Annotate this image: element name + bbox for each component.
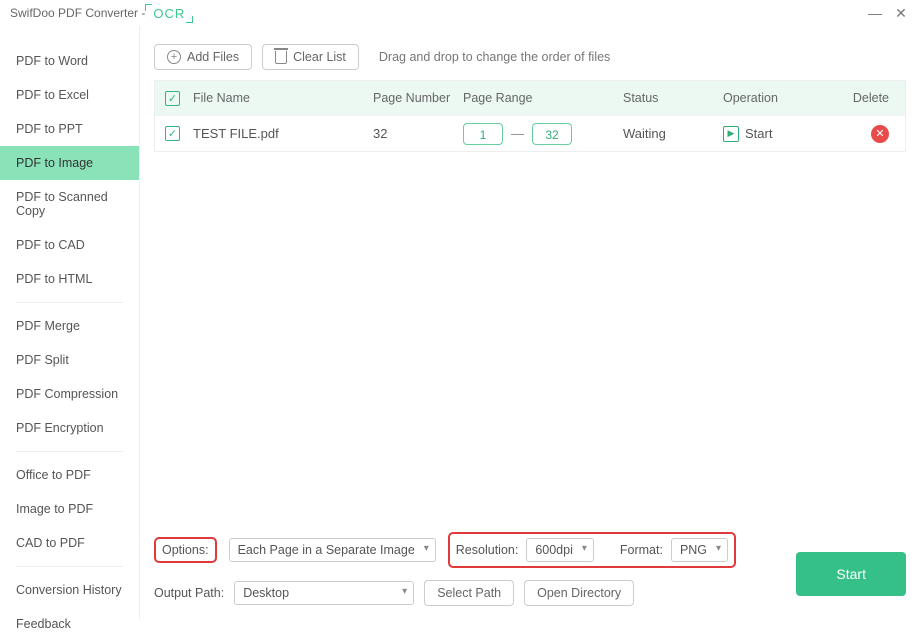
col-pagerange: Page Range bbox=[463, 91, 623, 105]
sidebar-item-image-to-pdf[interactable]: Image to PDF bbox=[0, 492, 139, 526]
sidebar-item-pdf-encryption[interactable]: PDF Encryption bbox=[0, 411, 139, 445]
range-dash: — bbox=[511, 126, 524, 141]
status-text: Waiting bbox=[623, 126, 723, 141]
file-table: ✓ File Name Page Number Page Range Statu… bbox=[154, 80, 906, 152]
options-select[interactable]: Each Page in a Separate Image bbox=[229, 538, 436, 562]
sidebar-item-office-to-pdf[interactable]: Office to PDF bbox=[0, 458, 139, 492]
trash-icon bbox=[275, 51, 287, 64]
col-filename: File Name bbox=[193, 91, 373, 105]
sidebar-item-pdf-to-excel[interactable]: PDF to Excel bbox=[0, 78, 139, 112]
sidebar-item-pdf-compression[interactable]: PDF Compression bbox=[0, 377, 139, 411]
sidebar-item-pdf-split[interactable]: PDF Split bbox=[0, 343, 139, 377]
clear-list-button[interactable]: Clear List bbox=[262, 44, 359, 70]
sidebar-item-cad-to-pdf[interactable]: CAD to PDF bbox=[0, 526, 139, 560]
sidebar-item-conversion-history[interactable]: Conversion History bbox=[0, 573, 139, 607]
ocr-badge[interactable]: OCR bbox=[149, 6, 189, 21]
options-highlight: Options: bbox=[154, 537, 217, 563]
app-title: SwifDoo PDF Converter - bbox=[10, 6, 145, 20]
col-status: Status bbox=[623, 91, 723, 105]
sidebar-item-pdf-to-word[interactable]: PDF to Word bbox=[0, 44, 139, 78]
bottom-panel: Options: Each Page in a Separate Image R… bbox=[154, 522, 906, 606]
open-directory-button[interactable]: Open Directory bbox=[524, 580, 634, 606]
row-start-label[interactable]: Start bbox=[745, 126, 772, 141]
col-pagenum: Page Number bbox=[373, 91, 463, 105]
output-path-select[interactable]: Desktop bbox=[234, 581, 414, 605]
select-all-checkbox[interactable]: ✓ bbox=[165, 91, 180, 106]
sidebar-item-pdf-to-image[interactable]: PDF to Image bbox=[0, 146, 139, 180]
table-row: ✓ TEST FILE.pdf 32 1 — 32 Waiting ▶ Star… bbox=[155, 115, 905, 151]
table-header: ✓ File Name Page Number Page Range Statu… bbox=[155, 81, 905, 115]
sidebar-item-pdf-merge[interactable]: PDF Merge bbox=[0, 309, 139, 343]
format-select[interactable]: PNG bbox=[671, 538, 728, 562]
file-name: TEST FILE.pdf bbox=[193, 126, 373, 141]
format-label: Format: bbox=[620, 543, 663, 557]
play-icon[interactable]: ▶ bbox=[723, 126, 739, 142]
clear-list-label: Clear List bbox=[293, 50, 346, 64]
sidebar: PDF to WordPDF to ExcelPDF to PPTPDF to … bbox=[0, 26, 140, 620]
resolution-label: Resolution: bbox=[456, 543, 519, 557]
plus-icon: + bbox=[167, 50, 181, 64]
resolution-format-highlight: Resolution: 600dpi Format: PNG bbox=[448, 532, 736, 568]
row-checkbox[interactable]: ✓ bbox=[165, 126, 180, 141]
minimize-icon[interactable]: — bbox=[866, 5, 884, 21]
add-files-label: Add Files bbox=[187, 50, 239, 64]
sidebar-item-pdf-to-ppt[interactable]: PDF to PPT bbox=[0, 112, 139, 146]
output-path-label: Output Path: bbox=[154, 586, 224, 600]
start-button[interactable]: Start bbox=[796, 552, 906, 596]
sidebar-item-pdf-to-html[interactable]: PDF to HTML bbox=[0, 262, 139, 296]
title-bar: SwifDoo PDF Converter - OCR — ✕ bbox=[0, 0, 920, 26]
delete-row-button[interactable]: ✕ bbox=[871, 125, 889, 143]
sidebar-item-feedback[interactable]: Feedback bbox=[0, 607, 139, 641]
close-icon[interactable]: ✕ bbox=[892, 5, 910, 22]
main-panel: + Add Files Clear List Drag and drop to … bbox=[140, 26, 920, 620]
sidebar-item-pdf-to-scanned-copy[interactable]: PDF to Scanned Copy bbox=[0, 180, 139, 228]
sidebar-item-pdf-to-cad[interactable]: PDF to CAD bbox=[0, 228, 139, 262]
col-delete: Delete bbox=[833, 91, 895, 105]
add-files-button[interactable]: + Add Files bbox=[154, 44, 252, 70]
resolution-select[interactable]: 600dpi bbox=[526, 538, 594, 562]
select-path-button[interactable]: Select Path bbox=[424, 580, 514, 606]
page-number: 32 bbox=[373, 126, 463, 141]
range-to-input[interactable]: 32 bbox=[532, 123, 572, 145]
drag-hint: Drag and drop to change the order of fil… bbox=[379, 50, 610, 64]
range-from-input[interactable]: 1 bbox=[463, 123, 503, 145]
options-label: Options: bbox=[162, 543, 209, 557]
col-operation: Operation bbox=[723, 91, 833, 105]
